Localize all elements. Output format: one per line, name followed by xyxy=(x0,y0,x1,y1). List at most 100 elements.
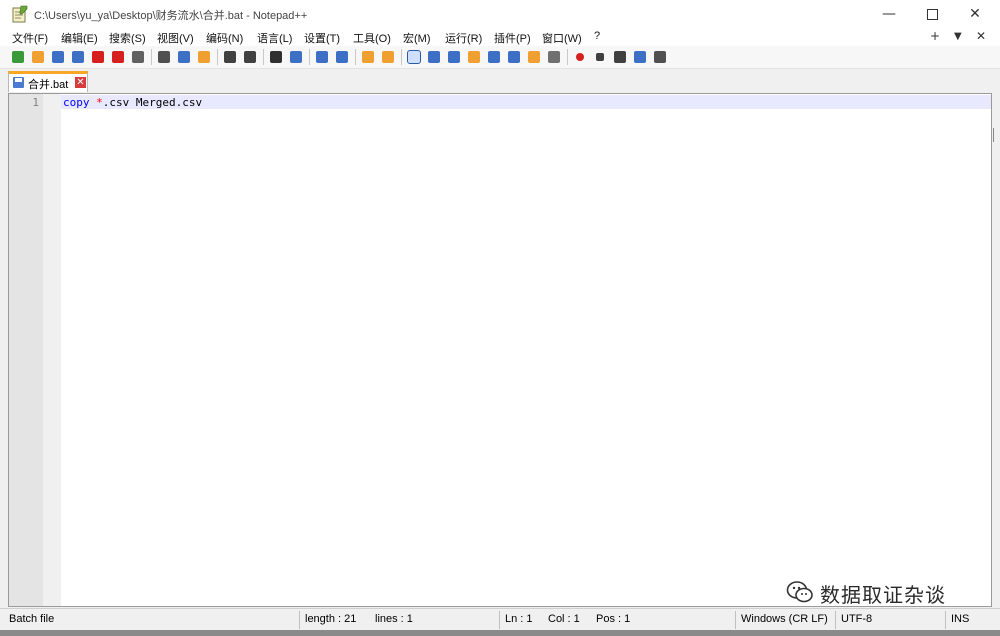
menu-language[interactable]: 语言(L) xyxy=(257,30,292,46)
stop-macro-icon xyxy=(596,53,604,61)
word-wrap-icon xyxy=(407,50,421,64)
zoom-in-icon xyxy=(316,51,328,63)
cut-button[interactable] xyxy=(156,49,172,65)
close-icon: ✕ xyxy=(969,6,981,22)
status-separator xyxy=(299,611,300,629)
line-number: 1 xyxy=(32,96,39,109)
close-document-button[interactable]: ✕ xyxy=(976,29,986,43)
sync-horizontal-icon xyxy=(382,51,394,63)
run-macro-multiple-button[interactable] xyxy=(632,49,648,65)
zoom-in-button[interactable] xyxy=(314,49,330,65)
toolbar-separator xyxy=(567,49,568,65)
save-button[interactable] xyxy=(50,49,66,65)
toolbar-separator xyxy=(263,49,264,65)
monitoring-button[interactable] xyxy=(546,49,562,65)
window-title: C:\Users\yu_ya\Desktop\财务流水\合并.bat - Not… xyxy=(34,10,308,22)
paste-icon xyxy=(198,51,210,63)
tab-strip: 合并.bat ✕ xyxy=(0,69,1000,93)
watermark-text: 数据取证杂谈 xyxy=(820,583,946,607)
toolbar-separator xyxy=(401,49,402,65)
show-all-chars-button[interactable] xyxy=(426,49,442,65)
find-icon xyxy=(270,51,282,63)
toolbar-separator xyxy=(151,49,152,65)
menu-bar: 文件(F) 编辑(E) 搜索(S) 视图(V) 编码(N) 语言(L) 设置(T… xyxy=(0,28,1000,46)
doc-map-icon xyxy=(488,51,500,63)
folder-workspace-button[interactable] xyxy=(526,49,542,65)
show-all-chars-icon xyxy=(428,51,440,63)
menu-run[interactable]: 运行(R) xyxy=(445,30,482,46)
monitoring-icon xyxy=(548,51,560,63)
undo-button[interactable] xyxy=(222,49,238,65)
maximize-button[interactable] xyxy=(909,0,955,28)
background-window xyxy=(0,630,1000,636)
menu-view[interactable]: 视图(V) xyxy=(157,30,194,46)
close-all-button[interactable] xyxy=(110,49,126,65)
stop-macro-button[interactable] xyxy=(592,49,608,65)
keyword-token: copy xyxy=(63,96,90,109)
text-token: .csv Merged.csv xyxy=(102,96,203,109)
udl-button[interactable] xyxy=(466,49,482,65)
wechat-icon xyxy=(786,581,813,603)
replace-icon xyxy=(290,51,302,63)
status-eol[interactable]: Windows (CR LF) xyxy=(741,613,828,625)
menu-settings[interactable]: 设置(T) xyxy=(304,30,340,46)
status-language: Batch file xyxy=(9,613,55,625)
undo-icon xyxy=(224,51,236,63)
tab-close-icon[interactable]: ✕ xyxy=(75,77,86,88)
function-list-button[interactable] xyxy=(506,49,522,65)
sync-vertical-button[interactable] xyxy=(360,49,376,65)
play-macro-icon xyxy=(614,51,626,63)
minimize-button[interactable]: — xyxy=(866,0,912,28)
code-line[interactable]: copy *.csv Merged.csv xyxy=(63,96,202,109)
tab-merge-bat[interactable]: 合并.bat ✕ xyxy=(8,71,88,92)
save-macro-icon xyxy=(654,51,666,63)
menu-tools[interactable]: 工具(O) xyxy=(353,30,391,46)
indent-guide-icon xyxy=(448,51,460,63)
word-wrap-button[interactable] xyxy=(406,49,422,65)
redo-button[interactable] xyxy=(242,49,258,65)
run-macro-multiple-icon xyxy=(634,51,646,63)
menu-help[interactable]: ? xyxy=(594,30,600,42)
find-button[interactable] xyxy=(268,49,284,65)
menu-edit[interactable]: 编辑(E) xyxy=(61,30,98,46)
copy-button[interactable] xyxy=(176,49,192,65)
editor-area[interactable]: 1 copy *.csv Merged.csv xyxy=(8,93,992,607)
new-file-button[interactable] xyxy=(10,49,26,65)
menu-encoding[interactable]: 编码(N) xyxy=(206,30,243,46)
fold-margin xyxy=(43,94,61,606)
menu-search[interactable]: 搜索(S) xyxy=(109,30,146,46)
play-macro-button[interactable] xyxy=(612,49,628,65)
tab-list-dropdown[interactable]: ▼ xyxy=(954,31,962,42)
close-all-icon xyxy=(112,51,124,63)
status-separator xyxy=(945,611,946,629)
print-button[interactable] xyxy=(130,49,146,65)
status-insert-mode[interactable]: INS xyxy=(951,613,969,625)
new-file-icon xyxy=(12,51,24,63)
status-encoding[interactable]: UTF-8 xyxy=(841,613,872,625)
close-window-button[interactable]: ✕ xyxy=(952,0,998,28)
record-macro-button[interactable] xyxy=(572,49,588,65)
open-file-button[interactable] xyxy=(30,49,46,65)
new-tab-button[interactable]: + xyxy=(930,29,940,43)
maximize-icon xyxy=(926,8,938,20)
close-button[interactable] xyxy=(90,49,106,65)
menu-file[interactable]: 文件(F) xyxy=(12,30,48,46)
menu-plugins[interactable]: 插件(P) xyxy=(494,30,531,46)
close-icon xyxy=(92,51,104,63)
cut-icon xyxy=(158,51,170,63)
zoom-out-icon xyxy=(336,51,348,63)
paste-button[interactable] xyxy=(196,49,212,65)
status-separator xyxy=(835,611,836,629)
status-col: Col : 1 xyxy=(548,613,580,625)
replace-button[interactable] xyxy=(288,49,304,65)
title-bar: C:\Users\yu_ya\Desktop\财务流水\合并.bat - Not… xyxy=(0,0,1000,28)
menu-window[interactable]: 窗口(W) xyxy=(542,30,582,46)
save-all-button[interactable] xyxy=(70,49,86,65)
doc-map-button[interactable] xyxy=(486,49,502,65)
save-macro-button[interactable] xyxy=(652,49,668,65)
zoom-out-button[interactable] xyxy=(334,49,350,65)
sync-horizontal-button[interactable] xyxy=(380,49,396,65)
save-all-icon xyxy=(72,51,84,63)
indent-guide-button[interactable] xyxy=(446,49,462,65)
menu-macro[interactable]: 宏(M) xyxy=(403,30,431,46)
